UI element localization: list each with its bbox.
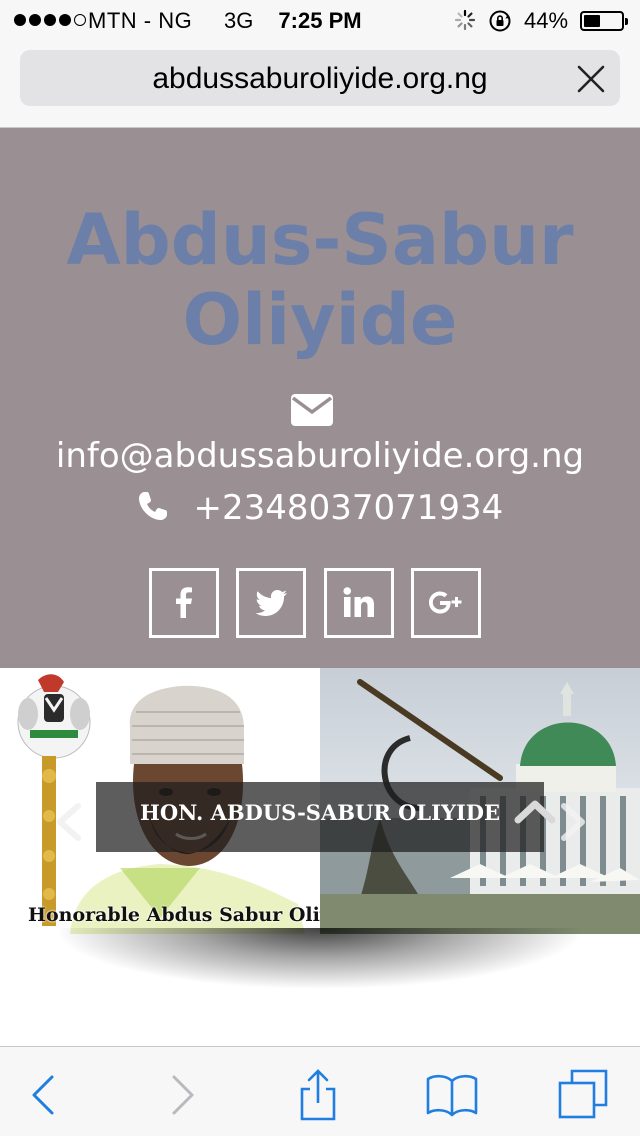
battery-percentage: 44%	[524, 8, 569, 33]
chevron-left-icon[interactable]	[50, 802, 86, 842]
linkedin-button[interactable]	[324, 568, 394, 638]
rotation-lock-icon	[489, 10, 511, 32]
facebook-icon	[176, 587, 192, 618]
carousel-caption: HON. ABDUS-SABUR OLIYIDE	[139, 800, 501, 825]
hero-section: Abdus-Sabur Oliyide info@abdussaburoliyi…	[0, 128, 640, 668]
linkedin-icon	[343, 587, 374, 617]
google-plus-button[interactable]	[411, 568, 481, 638]
google-plus-icon	[429, 591, 462, 614]
facebook-button[interactable]	[149, 568, 219, 638]
carousel-caption-box: HON. ABDUS-SABUR OLIYIDE	[96, 782, 544, 852]
forward-icon[interactable]	[154, 1067, 210, 1123]
activity-spinner-icon	[454, 9, 476, 31]
share-icon[interactable]	[290, 1067, 346, 1123]
scroll-to-top-icon[interactable]	[512, 796, 558, 826]
battery-level-fill	[584, 15, 600, 27]
bookmarks-icon[interactable]	[424, 1067, 480, 1123]
site-title-line-1: Abdus-Sabur	[66, 199, 574, 281]
tabs-icon[interactable]	[556, 1067, 612, 1123]
carousel-shadow	[60, 928, 580, 988]
battery-icon	[580, 11, 628, 31]
twitter-icon	[255, 590, 287, 616]
image-carousel[interactable]: Honorable Abdus Sabur Oliyide	[0, 668, 640, 934]
twitter-button[interactable]	[236, 568, 306, 638]
contact-phone[interactable]: +2348037071934	[0, 488, 640, 528]
address-bar-url[interactable]: abdussaburoliyide.org.ng	[0, 62, 640, 96]
coat-of-arms-icon	[17, 674, 91, 759]
contact-phone-number: +2348037071934	[193, 488, 504, 528]
site-title: Abdus-Sabur Oliyide	[0, 200, 640, 360]
envelope-icon	[291, 394, 333, 426]
close-icon[interactable]	[574, 62, 608, 96]
back-icon[interactable]	[16, 1067, 72, 1123]
phone-icon	[138, 492, 167, 520]
browser-address-area: abdussaburoliyide.org.ng	[0, 40, 640, 167]
portrait-caption: Honorable Abdus Sabur Oliyide	[28, 904, 320, 926]
site-title-line-2: Oliyide	[182, 279, 458, 361]
contact-email-link[interactable]: info@abdussaburoliyide.org.ng	[0, 436, 640, 476]
status-bar: MTN - NG 3G 7:25 PM 44%	[0, 0, 640, 40]
browser-toolbar	[0, 1046, 640, 1136]
chevron-right-icon[interactable]	[556, 802, 592, 842]
